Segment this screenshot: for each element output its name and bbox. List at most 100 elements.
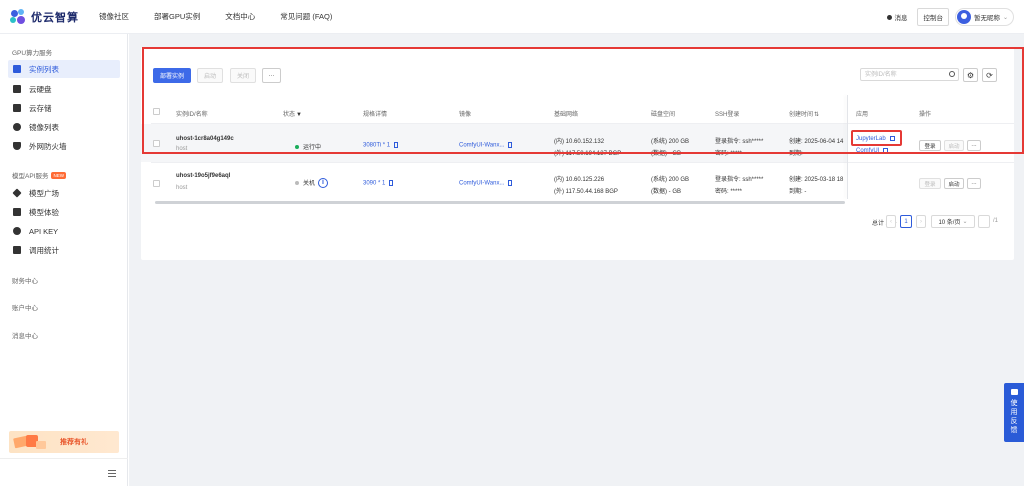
sidebar-item-label: 实例列表 — [29, 64, 59, 74]
sidebar-section-gpu: GPU算力服务 — [12, 50, 53, 57]
folder-icon — [13, 104, 21, 112]
sidebar-item-firewall[interactable]: 外网防火墙 — [8, 137, 120, 155]
chevron-down-icon: ⌄ — [962, 219, 968, 225]
ssh-cmd-value: ssh***** — [742, 177, 764, 183]
user-menu[interactable]: 暂无昵称 ⌄ — [954, 8, 1014, 26]
sidebar-item-model-plaza[interactable]: 模型广场 — [8, 184, 120, 202]
bell-icon — [887, 14, 893, 20]
shield-icon — [13, 142, 21, 150]
sidebar-item-model-trial[interactable]: 模型体验 — [8, 203, 120, 221]
top-bar: 优云智算 镜像社区 部署GPU实例 文档中心 常见问题 (FAQ) 消息 控制台… — [0, 0, 1024, 34]
annotation-highlight-comfyui — [851, 130, 902, 146]
collapse-menu-icon[interactable] — [108, 470, 116, 477]
avatar — [956, 10, 971, 24]
cube-icon — [13, 208, 21, 216]
section-label: 模型API服务 — [12, 173, 49, 180]
sidebar-item-api-key[interactable]: API KEY — [8, 222, 120, 240]
status-text: 关机 — [303, 181, 316, 187]
horizontal-scrollbar[interactable] — [155, 201, 845, 204]
console-button[interactable]: 控制台 — [917, 8, 949, 26]
username: 暂无昵称 — [973, 15, 1000, 22]
spec-text: 3090 * 1 — [363, 180, 386, 187]
messages-label: 消息 — [894, 15, 908, 22]
status-badge: 关机 i — [295, 178, 329, 189]
brand-logo[interactable]: 优云智算 — [9, 8, 79, 26]
sidebar-section-model-api: 模型API服务 NEW — [12, 170, 66, 180]
sidebar-item-cloud-storage[interactable]: 云存储 — [8, 99, 120, 117]
disk-data: (数据) - GB — [651, 189, 681, 195]
row-more-button[interactable]: ··· — [967, 178, 981, 189]
expire-time: 到期: - — [789, 189, 807, 195]
sidebar-item-label: 模型体验 — [29, 207, 59, 217]
divider — [0, 458, 128, 459]
spec-link[interactable]: 3090 * 1 — [363, 180, 394, 187]
brand-name: 优云智算 — [31, 11, 79, 24]
ssh-pwd-value: ***** — [730, 189, 743, 195]
created-time: 创建: 2025-03-18 18 — [789, 177, 844, 183]
instance-id[interactable]: uhost-19o5jf9e6aql — [176, 173, 230, 179]
sidebar: GPU算力服务 实例列表 云硬盘 云存储 镜像列表 外网防火墙 模型API服务 … — [0, 34, 128, 486]
page-1-button[interactable]: 1 — [900, 215, 912, 228]
login-button[interactable]: 登录 — [919, 178, 941, 189]
nav-image-community[interactable]: 镜像社区 — [99, 11, 129, 22]
top-right: 消息 控制台 暂无昵称 ⌄ — [887, 0, 1014, 34]
referral-promo-banner[interactable]: 推荐有礼 — [9, 431, 119, 453]
nav-deploy-gpu[interactable]: 部署GPU实例 — [154, 11, 200, 22]
page-size-select[interactable]: 10 条/页 ⌄ — [931, 215, 975, 228]
server-list-icon — [13, 65, 21, 73]
sidebar-item-instance-list[interactable]: 实例列表 — [8, 60, 120, 78]
image-icon — [13, 123, 21, 131]
disk-icon — [13, 85, 21, 93]
doc-icon — [508, 180, 513, 186]
sidebar-item-image-list[interactable]: 镜像列表 — [8, 118, 120, 136]
sidebar-section-finance[interactable]: 财务中心 — [12, 275, 38, 285]
gift-icon — [12, 433, 50, 451]
sidebar-item-label: 模型广场 — [29, 188, 59, 198]
doc-icon — [389, 180, 394, 186]
feedback-char: 使 — [1010, 400, 1018, 407]
ssh-password[interactable]: 密码: ***** — [715, 186, 742, 195]
ssh-command[interactable]: 登录指令: ssh***** — [715, 174, 763, 183]
divider — [151, 162, 1014, 163]
feedback-tab[interactable]: 使 用 反 馈 — [1004, 383, 1024, 442]
network-external: (外) 117.50.44.168 BGP — [554, 189, 618, 195]
info-icon[interactable]: i — [318, 178, 329, 189]
feedback-char: 馈 — [1010, 427, 1018, 434]
sidebar-item-label: 调用统计 — [29, 245, 59, 255]
network-internal: (内) 10.60.125.226 — [554, 177, 605, 183]
chevron-down-icon: ⌄ — [1002, 14, 1008, 21]
new-badge: NEW — [51, 171, 66, 179]
promo-label: 推荐有礼 — [60, 439, 88, 446]
page-size-label: 10 条/页 — [938, 220, 961, 226]
key-icon — [13, 227, 21, 235]
grid-icon — [12, 188, 22, 198]
sidebar-item-label: API KEY — [29, 226, 59, 236]
sidebar-item-label: 外网防火墙 — [29, 141, 67, 151]
image-link[interactable]: ComfyUI-Wanx... — [459, 180, 513, 187]
chart-icon — [13, 246, 21, 254]
pagination-of: /1 — [993, 218, 999, 224]
ssh-pwd-label: 密码: — [715, 189, 729, 195]
prev-page-button[interactable]: ‹ — [886, 215, 896, 228]
sidebar-item-label: 云存储 — [29, 103, 52, 113]
disk-system: (系统) 200 GB — [651, 177, 690, 183]
top-nav: 镜像社区 部署GPU实例 文档中心 常见问题 (FAQ) — [99, 11, 357, 22]
page-jump-input[interactable] — [978, 215, 990, 228]
sidebar-section-messages[interactable]: 消息中心 — [12, 330, 38, 340]
sidebar-item-cloud-disk[interactable]: 云硬盘 — [8, 80, 120, 98]
chat-icon — [1010, 389, 1018, 395]
sidebar-item-usage-stats[interactable]: 调用统计 — [8, 241, 120, 259]
sidebar-item-label: 镜像列表 — [29, 122, 59, 132]
next-page-button[interactable]: › — [916, 215, 926, 228]
row-checkbox[interactable] — [153, 180, 160, 187]
feedback-char: 反 — [1010, 418, 1018, 425]
nav-docs[interactable]: 文档中心 — [225, 11, 255, 22]
nav-faq[interactable]: 常见问题 (FAQ) — [280, 11, 332, 22]
feedback-char: 用 — [1010, 409, 1018, 416]
image-text: ComfyUI-Wanx... — [459, 180, 505, 187]
status-dot-icon — [295, 181, 299, 186]
start-row-button[interactable]: 启动 — [944, 178, 964, 189]
sidebar-item-label: 云硬盘 — [29, 84, 52, 94]
messages-link[interactable]: 消息 — [887, 12, 907, 22]
sidebar-section-account[interactable]: 账户中心 — [12, 302, 38, 312]
